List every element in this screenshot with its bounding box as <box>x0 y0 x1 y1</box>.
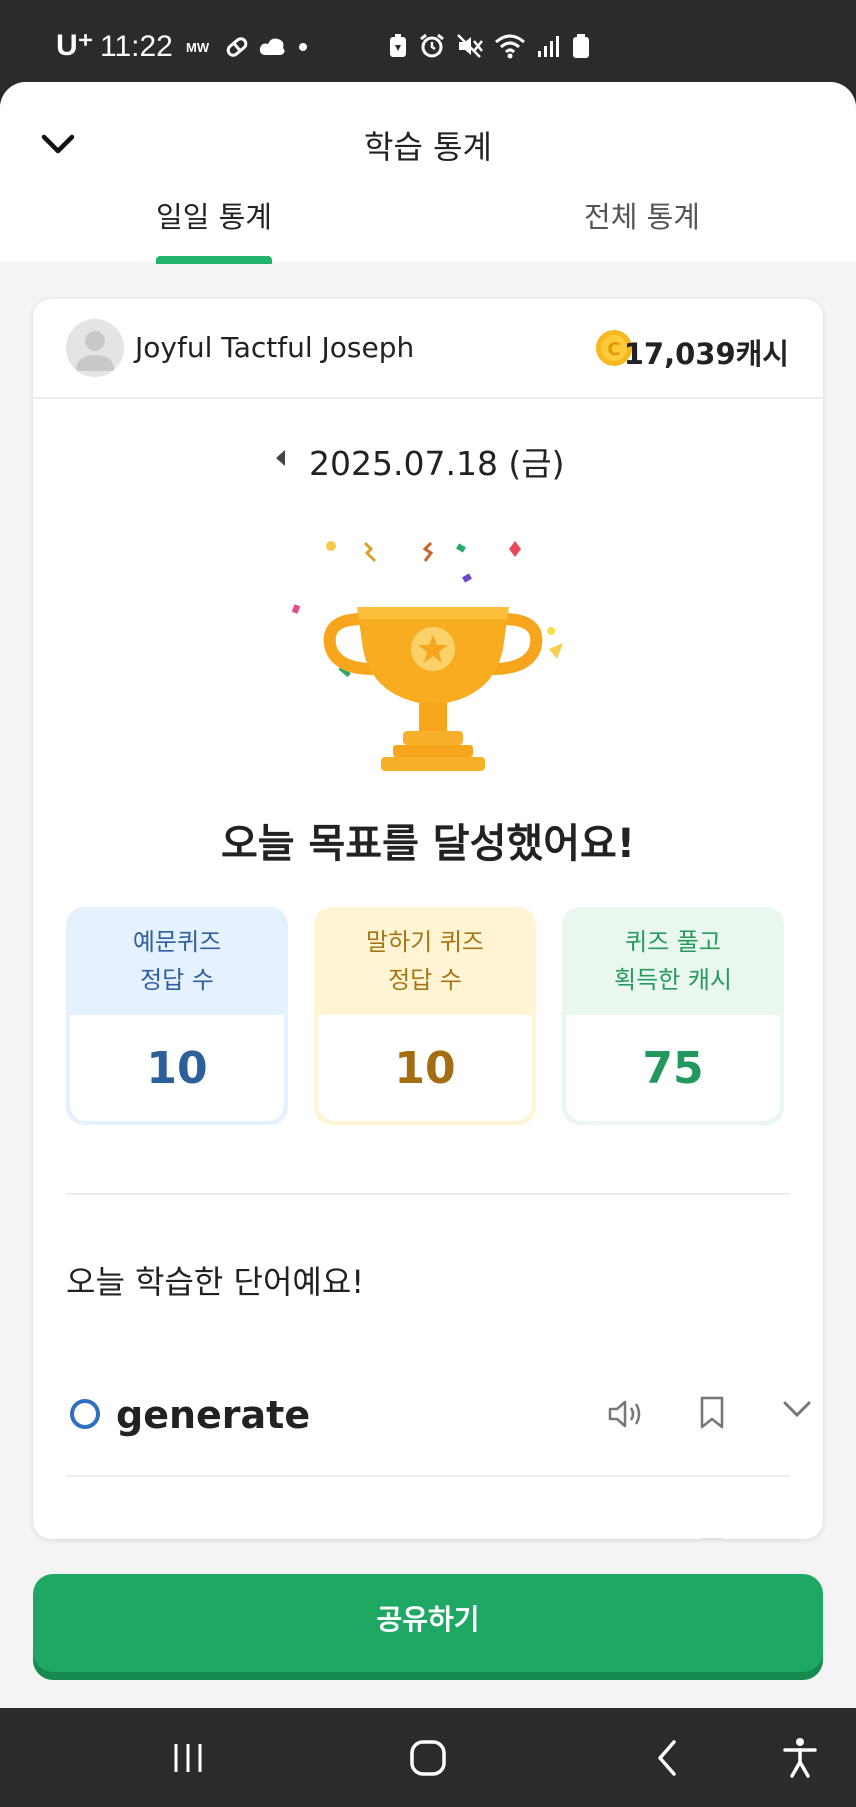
daily-stats-card: Joyful Tactful Joseph C 17,039캐시 2025.07… <box>33 299 823 1539</box>
cash-balance: 17,039캐시 <box>623 337 789 371</box>
goal-achieved-message: 오늘 목표를 달성했어요! <box>220 821 636 867</box>
recents-icon[interactable] <box>170 1740 206 1776</box>
home-icon[interactable] <box>408 1738 448 1778</box>
stat-label: 퀴즈 풀고 획득한 캐시 <box>613 928 733 994</box>
battery-icon <box>573 34 589 58</box>
user-row: Joyful Tactful Joseph C 17,039캐시 <box>33 299 823 399</box>
mw-icon: MW <box>186 40 210 55</box>
correct-circle-icon <box>70 1399 100 1429</box>
stat-label: 말하기 퀴즈 정답 수 <box>365 928 485 994</box>
cloud-icon <box>259 38 285 55</box>
signal-icon <box>538 36 559 57</box>
stat-value: 10 <box>318 1015 532 1121</box>
stat-value: 10 <box>70 1015 284 1121</box>
sentence-quiz-stat: 예문퀴즈 정답 수 10 <box>66 907 288 1125</box>
system-icons <box>388 32 590 60</box>
trophy-illustration <box>291 541 563 771</box>
word-text: generate <box>116 1393 311 1437</box>
active-tab-indicator <box>156 256 272 264</box>
user-avatar-icon <box>76 331 114 371</box>
accessibility-icon[interactable] <box>780 1736 820 1780</box>
user-name: Joyful Tactful Joseph <box>135 331 415 364</box>
svg-text:MW: MW <box>186 40 210 55</box>
list-item[interactable]: generate <box>66 1357 811 1477</box>
alarm-icon <box>420 33 444 58</box>
earned-cash-stat: 퀴즈 풀고 획득한 캐시 75 <box>562 907 784 1125</box>
words-section-title: 오늘 학습한 단어예요! <box>66 1263 365 1301</box>
share-button[interactable]: 공유하기 <box>33 1574 823 1672</box>
avatar <box>66 319 124 377</box>
mute-icon <box>457 34 483 58</box>
dot-icon <box>299 43 307 51</box>
word-text: general <box>116 1535 279 1539</box>
stat-label: 예문퀴즈 정답 수 <box>132 928 222 994</box>
stat-value: 75 <box>566 1015 780 1121</box>
status-bar: U⁺ 11:22 MW <box>0 0 856 82</box>
previous-date-icon[interactable] <box>276 450 285 466</box>
bookmark-icon[interactable] <box>698 1537 726 1539</box>
battery-saver-icon <box>390 34 406 57</box>
system-nav-bar <box>0 1708 856 1807</box>
header: 학습 통계 일일 통계 전체 통계 <box>0 82 856 264</box>
tab-total-stats[interactable]: 전체 통계 <box>428 194 856 236</box>
back-icon[interactable] <box>652 1738 682 1778</box>
wifi-icon <box>495 34 525 59</box>
speaker-icon[interactable] <box>606 1397 646 1431</box>
bookmark-icon[interactable] <box>698 1395 726 1431</box>
carrier-label: U⁺ <box>56 29 94 62</box>
speaking-quiz-stat: 말하기 퀴즈 정답 수 10 <box>314 907 536 1125</box>
statistics-sheet: 학습 통계 일일 통계 전체 통계 Joyful Tactful Joseph … <box>0 82 856 1708</box>
chevron-down-icon[interactable] <box>782 1399 812 1419</box>
selected-date: 2025.07.18 (금) <box>309 444 565 483</box>
status-time: 11:22 <box>100 30 173 63</box>
svg-text:C: C <box>607 339 620 360</box>
section-divider <box>66 1193 790 1195</box>
tab-daily-stats[interactable]: 일일 통계 <box>0 194 428 236</box>
notification-icons: MW <box>186 34 310 60</box>
share-button-label: 공유하기 <box>376 1603 480 1636</box>
pill-icon <box>226 37 248 57</box>
list-item[interactable]: general <box>66 1499 790 1539</box>
page-title: 학습 통계 <box>364 128 492 166</box>
